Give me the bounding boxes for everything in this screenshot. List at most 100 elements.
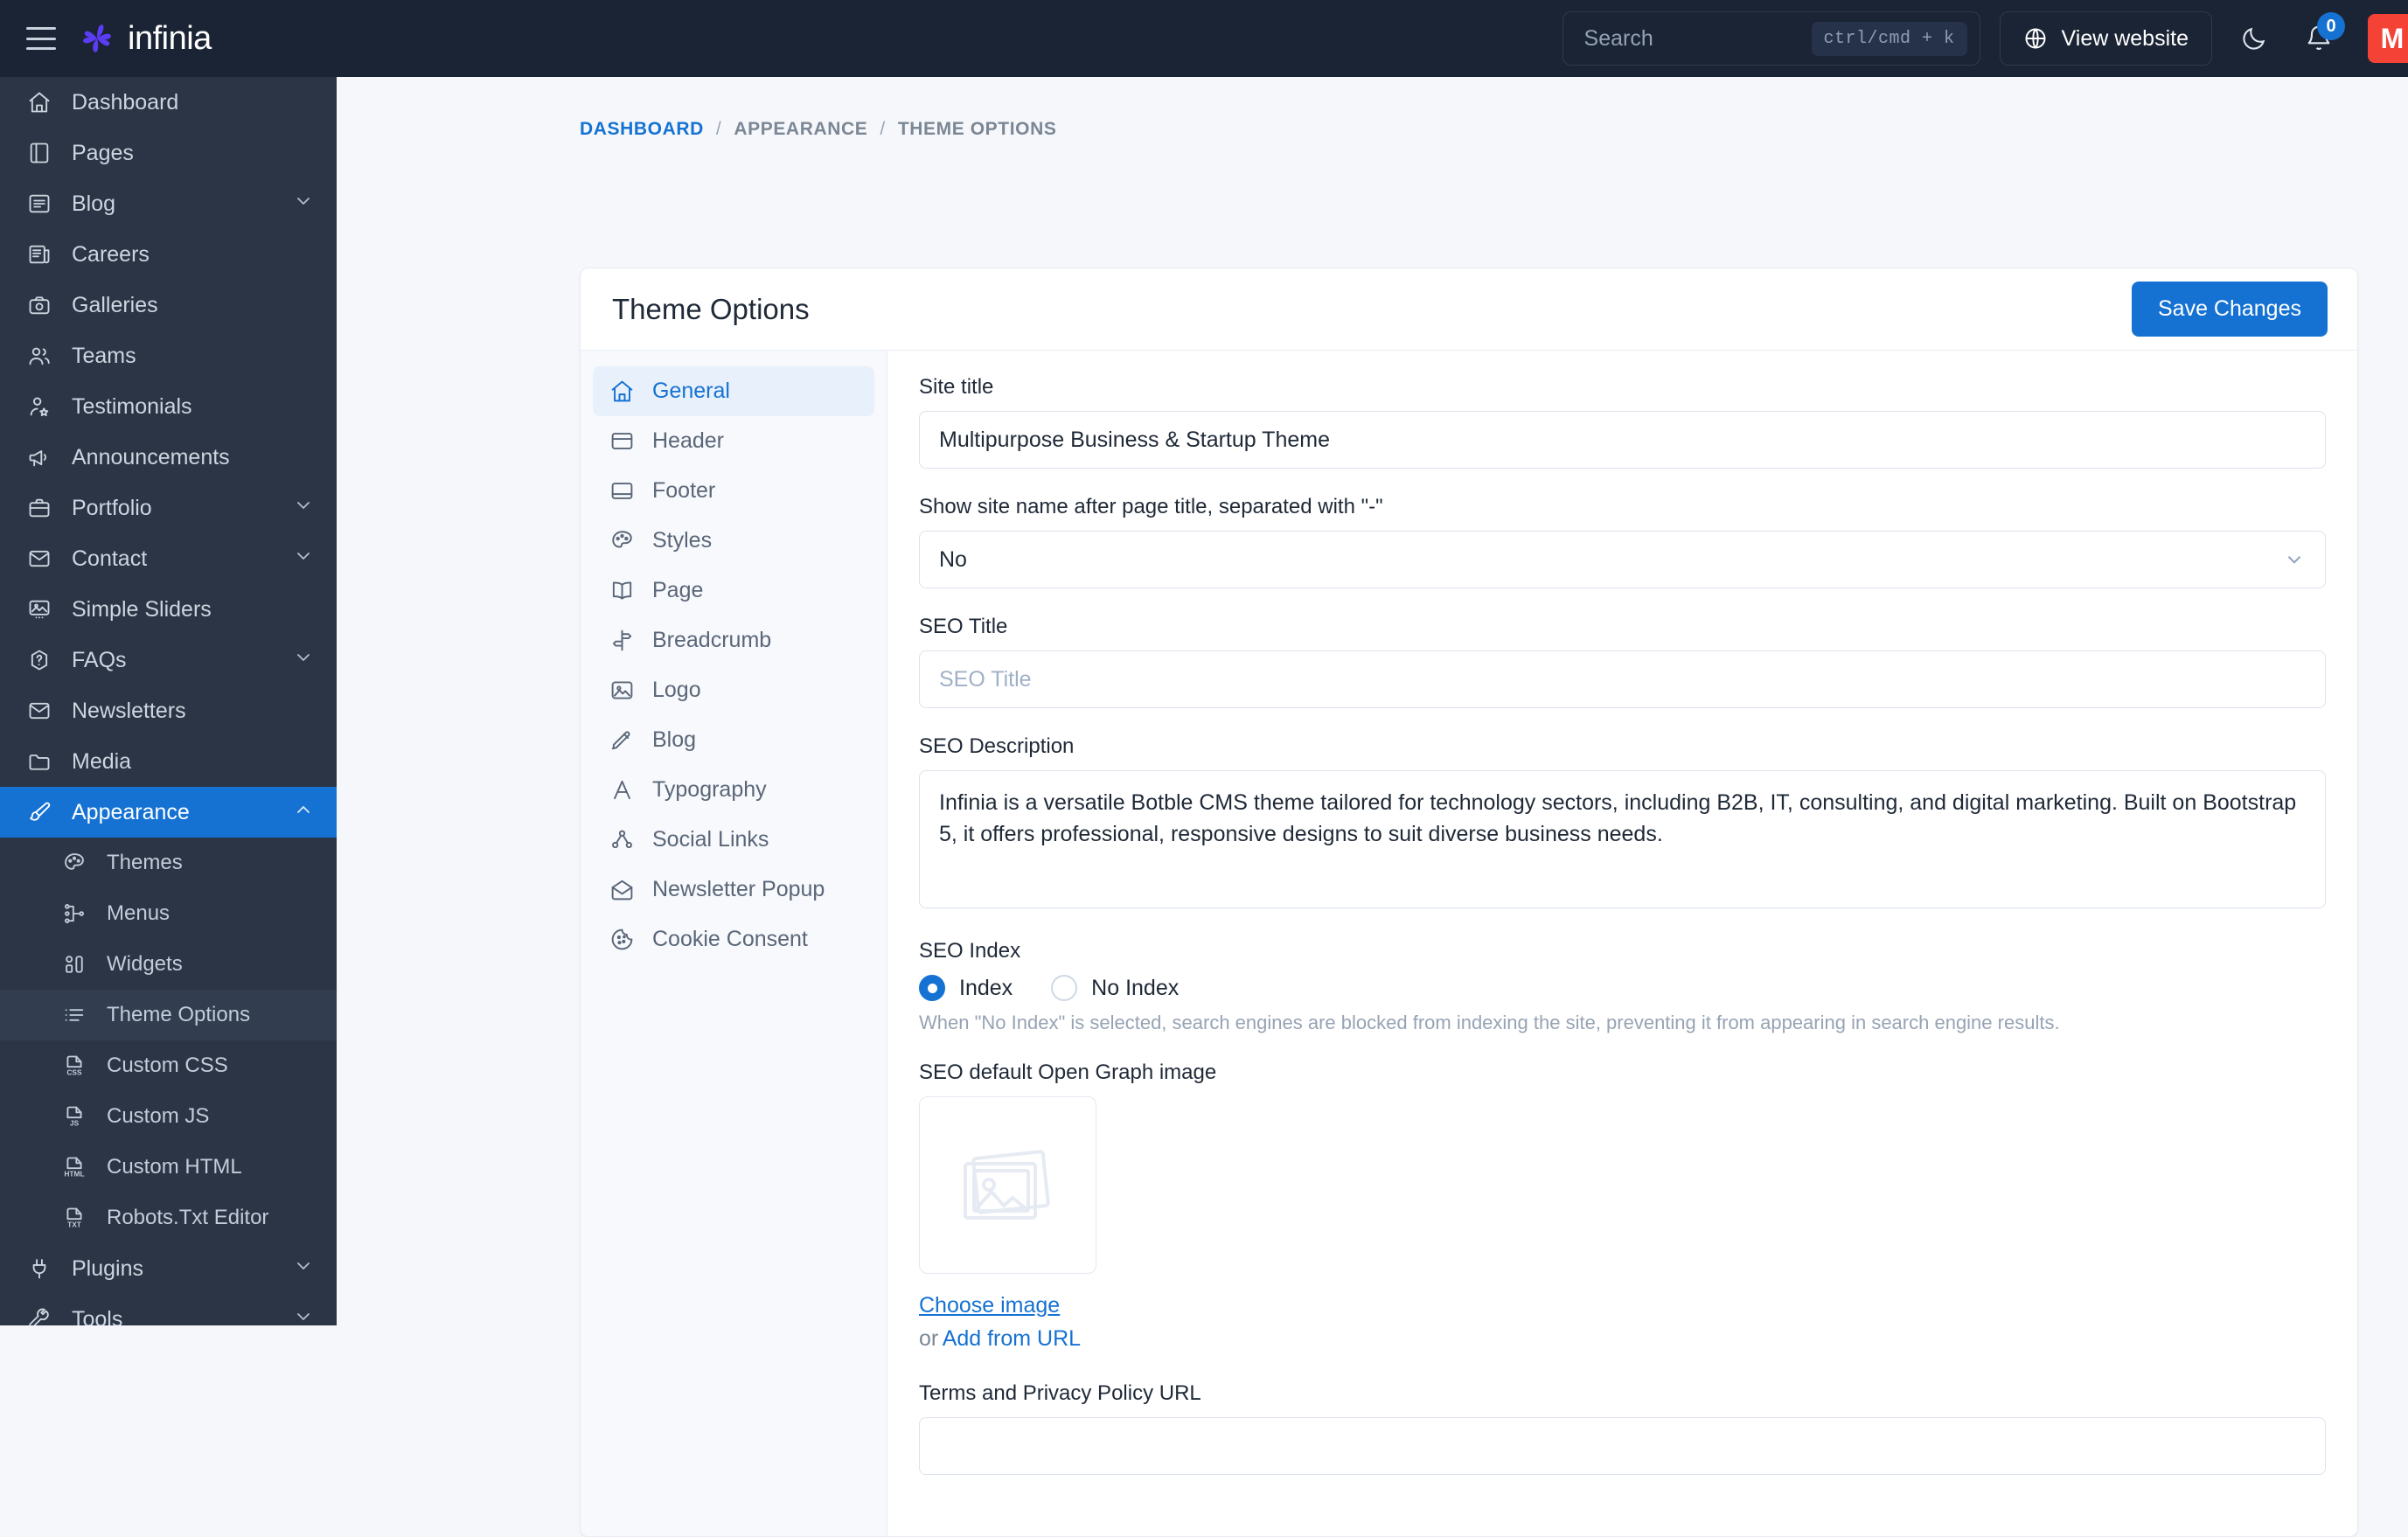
- sidebar-item-newsletters[interactable]: Newsletters: [0, 685, 337, 736]
- field-seo-description: SEO Description Infinia is a versatile B…: [919, 734, 2326, 913]
- site-title-label: Site title: [919, 375, 994, 399]
- breadcrumb-item-dashboard[interactable]: DASHBOARD: [580, 119, 704, 140]
- view-website-button[interactable]: View website: [1999, 11, 2212, 66]
- seo-index-option-no-index[interactable]: No Index: [1051, 975, 1179, 1001]
- settings-tab-cookie-consent[interactable]: Cookie Consent: [593, 915, 874, 964]
- cookie-icon: [609, 927, 635, 953]
- sidebar-item-pages[interactable]: Pages: [0, 128, 337, 178]
- sidebar-item-contact[interactable]: Contact: [0, 533, 337, 584]
- sidebar-item-themes[interactable]: Themes: [0, 838, 337, 888]
- settings-tab-newsletter-popup[interactable]: Newsletter Popup: [593, 865, 874, 915]
- sidebar-item-label: Theme Options: [107, 1003, 251, 1026]
- sidebar-item-label: Dashboard: [72, 89, 179, 115]
- chevron-down-icon[interactable]: [293, 1255, 314, 1283]
- sidebar-item-custom-js[interactable]: JS Custom JS: [0, 1091, 337, 1142]
- sidebar-item-custom-html[interactable]: HTML Custom HTML: [0, 1142, 337, 1193]
- image-icon: [609, 678, 635, 704]
- sidebar-item-appearance[interactable]: Appearance: [0, 787, 337, 838]
- add-from-url-link[interactable]: Add from URL: [943, 1326, 1081, 1351]
- chevron-down-icon[interactable]: [293, 191, 314, 218]
- chevron-down-icon[interactable]: [293, 495, 314, 522]
- sidebar-item-media[interactable]: Media: [0, 736, 337, 787]
- terms-url-input[interactable]: [919, 1417, 2326, 1475]
- settings-tab-footer[interactable]: Footer: [593, 466, 874, 516]
- breadcrumb-separator: /: [880, 119, 886, 139]
- sidebar-item-testimonials[interactable]: Testimonials: [0, 381, 337, 432]
- seo-index-option-label: No Index: [1091, 975, 1180, 1000]
- svg-text:JS: JS: [70, 1119, 80, 1128]
- seo-title-label: SEO Title: [919, 615, 1008, 638]
- brand-logo[interactable]: infinia: [79, 20, 212, 58]
- og-image-upload-links: Choose image or Add from URL: [919, 1290, 2326, 1355]
- brand-zone: infinia: [0, 20, 337, 58]
- sidebar-item-faqs[interactable]: FAQs: [0, 635, 337, 685]
- settings-tab-typography[interactable]: Typography: [593, 765, 874, 815]
- dark-mode-toggle[interactable]: [2231, 16, 2277, 61]
- search-input[interactable]: Search ctrl/cmd + k: [1562, 11, 1980, 66]
- main-content: DASHBOARD / APPEARANCE / THEME OPTIONS T…: [337, 77, 2408, 1537]
- sidebar-item-label: Plugins: [72, 1255, 143, 1281]
- save-changes-button[interactable]: Save Changes: [2131, 282, 2328, 337]
- settings-tab-page[interactable]: Page: [593, 566, 874, 615]
- sidebar-item-custom-css[interactable]: CSS Custom CSS: [0, 1040, 337, 1091]
- site-title-input[interactable]: [919, 411, 2326, 469]
- sidebar-item-label: FAQs: [72, 647, 127, 672]
- sidebar-item-theme-options[interactable]: Theme Options: [0, 990, 337, 1040]
- chevron-down-icon[interactable]: [293, 647, 314, 674]
- envelope-icon: [26, 546, 52, 572]
- sidebar-item-label: Tools: [72, 1306, 123, 1326]
- seo-index-option-index[interactable]: Index: [919, 975, 1013, 1001]
- hamburger-icon[interactable]: [26, 27, 56, 50]
- sidebar-item-plugins[interactable]: Plugins: [0, 1243, 337, 1294]
- sidebar-item-widgets[interactable]: Widgets: [0, 939, 337, 990]
- sidebar-item-simple-sliders[interactable]: Simple Sliders: [0, 584, 337, 635]
- file-html-icon: HTML: [61, 1154, 87, 1180]
- terms-url-label: Terms and Privacy Policy URL: [919, 1381, 1201, 1405]
- seo-description-textarea[interactable]: Infinia is a versatile Botble CMS theme …: [919, 770, 2326, 908]
- sidebar-item-portfolio[interactable]: Portfolio: [0, 483, 337, 533]
- chevron-up-icon[interactable]: [293, 799, 314, 826]
- search-shortcut-hint: ctrl/cmd + k: [1811, 21, 1967, 56]
- notifications-button[interactable]: 0: [2296, 12, 2345, 61]
- sidebar-item-blog[interactable]: Blog: [0, 178, 337, 229]
- settings-tab-header[interactable]: Header: [593, 416, 874, 466]
- user-avatar[interactable]: M: [2368, 14, 2408, 63]
- seo-title-input[interactable]: [919, 650, 2326, 708]
- settings-tab-general[interactable]: General: [593, 366, 874, 416]
- settings-tab-breadcrumb[interactable]: Breadcrumb: [593, 615, 874, 665]
- seo-index-option-label: Index: [959, 975, 1013, 1000]
- field-seo-title: SEO Title: [919, 615, 2326, 708]
- pencil-icon: [609, 727, 635, 754]
- sidebar-item-dashboard[interactable]: Dashboard: [0, 77, 337, 128]
- sidebar-item-announcements[interactable]: Announcements: [0, 432, 337, 483]
- sidebar-item-tools[interactable]: Tools: [0, 1294, 337, 1325]
- og-image-label: SEO default Open Graph image: [919, 1061, 1217, 1084]
- settings-tab-blog[interactable]: Blog: [593, 715, 874, 765]
- sidebar-item-careers[interactable]: Careers: [0, 229, 337, 280]
- settings-tab-label: Social Links: [652, 827, 769, 852]
- sidebar-item-robots-txt-editor[interactable]: TXT Robots.Txt Editor: [0, 1193, 337, 1243]
- header-icon: [609, 428, 635, 455]
- sidebar-item-menus[interactable]: Menus: [0, 888, 337, 939]
- choose-image-link[interactable]: Choose image: [919, 1293, 1060, 1318]
- list-icon: [26, 191, 52, 217]
- settings-tab-social-links[interactable]: Social Links: [593, 815, 874, 865]
- sidebar-item-teams[interactable]: Teams: [0, 330, 337, 381]
- brush-icon: [26, 799, 52, 825]
- envelope-icon: [26, 698, 52, 724]
- breadcrumb: DASHBOARD / APPEARANCE / THEME OPTIONS: [337, 77, 2408, 140]
- sidebar-item-galleries[interactable]: Galleries: [0, 280, 337, 330]
- svg-text:CSS: CSS: [66, 1068, 82, 1077]
- breadcrumb-item-appearance[interactable]: APPEARANCE: [734, 119, 867, 140]
- og-image-dropzone[interactable]: [919, 1096, 1096, 1274]
- chevron-down-icon[interactable]: [293, 546, 314, 573]
- users-icon: [26, 343, 52, 369]
- options-list-icon: [61, 1002, 87, 1028]
- show-site-name-select[interactable]: No: [919, 531, 2326, 588]
- sidebar-item-label: Custom HTML: [107, 1155, 242, 1179]
- chevron-down-icon[interactable]: [293, 1306, 314, 1326]
- book-icon: [609, 578, 635, 604]
- settings-tab-styles[interactable]: Styles: [593, 516, 874, 566]
- settings-tab-logo[interactable]: Logo: [593, 665, 874, 715]
- svg-text:TXT: TXT: [67, 1221, 82, 1229]
